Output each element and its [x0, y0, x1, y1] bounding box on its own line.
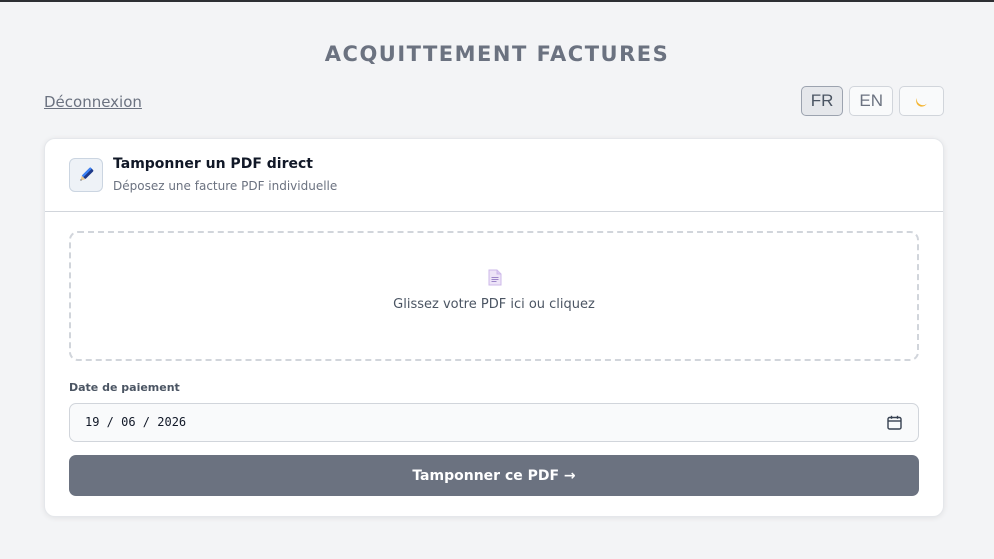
theme-toggle-button[interactable]: [899, 86, 944, 116]
moon-icon: [915, 98, 927, 107]
stamp-pdf-card: Tamponner un PDF direct Déposez une fact…: [44, 138, 944, 517]
payment-date-input[interactable]: 19 / 06 / 2026: [69, 403, 919, 442]
calendar-icon[interactable]: [887, 415, 902, 430]
payment-date-value: 19 / 06 / 2026: [85, 415, 187, 429]
language-switcher: FR EN: [800, 86, 944, 116]
document-icon: [488, 269, 502, 286]
payment-date-label: Date de paiement: [69, 381, 180, 394]
pen-icon: [69, 158, 103, 192]
lang-fr-button[interactable]: FR: [800, 86, 844, 116]
card-header: Tamponner un PDF direct Déposez une fact…: [45, 139, 943, 212]
stamp-pdf-button[interactable]: Tamponner ce PDF →: [69, 455, 919, 496]
logout-link[interactable]: Déconnexion: [44, 93, 142, 111]
card-title: Tamponner un PDF direct: [113, 156, 313, 172]
lang-en-button[interactable]: EN: [849, 86, 893, 116]
pdf-dropzone[interactable]: Glissez votre PDF ici ou cliquez: [69, 231, 919, 361]
dropzone-text: Glissez votre PDF ici ou cliquez: [393, 297, 595, 312]
app-title: ACQUITTEMENT FACTURES: [324, 42, 670, 66]
card-subtitle: Déposez une facture PDF individuelle: [113, 179, 338, 193]
